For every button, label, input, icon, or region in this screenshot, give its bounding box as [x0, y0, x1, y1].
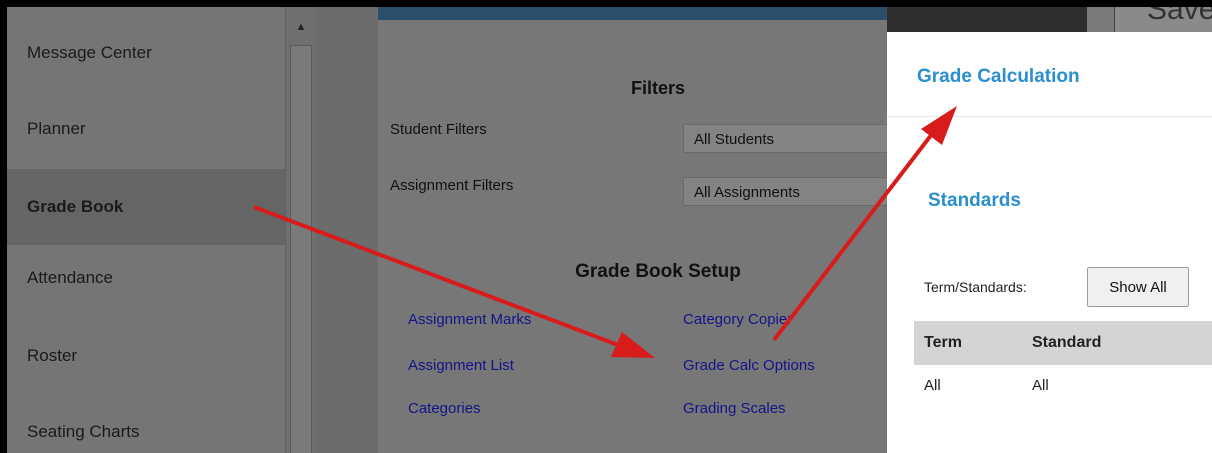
link-grade-calc-options[interactable]: Grade Calc Options: [683, 357, 815, 374]
term-standards-label: Term/Standards:: [924, 279, 1027, 295]
column-header-term: Term: [924, 334, 962, 351]
save-label: Save: [1147, 7, 1212, 26]
app-frame: Message Center Planner Grade Book Attend…: [7, 7, 1212, 453]
sidebar-item-label: Planner: [27, 119, 86, 138]
sidebar-item-grade-book[interactable]: Grade Book: [7, 169, 285, 245]
standards-title: Standards: [928, 190, 1021, 211]
student-filters-select[interactable]: All Students: [683, 124, 903, 153]
link-categories[interactable]: Categories: [408, 400, 481, 417]
divider: [887, 116, 1212, 117]
sidebar-item-label: Message Center: [27, 43, 152, 62]
table-cell-term: All: [924, 377, 941, 394]
show-all-button[interactable]: Show All: [1087, 267, 1189, 307]
assignment-filters-select[interactable]: All Assignments: [683, 177, 903, 206]
sidebar-item-label: Attendance: [27, 268, 114, 287]
save-button[interactable]: Save: [1114, 7, 1212, 33]
grade-calculation-panel: Grade Calculation Standards Term/Standar…: [887, 32, 1212, 453]
sidebar-item-attendance[interactable]: Attendance: [7, 240, 285, 316]
gutter: [316, 7, 378, 453]
student-filters-label: Student Filters: [390, 121, 487, 138]
sidebar-item-message-center[interactable]: Message Center: [7, 15, 285, 91]
assignment-filters-label: Assignment Filters: [390, 177, 514, 194]
column-header-standard: Standard: [1032, 334, 1102, 351]
grade-book-setup-title: Grade Book Setup: [575, 261, 741, 282]
sidebar: Message Center Planner Grade Book Attend…: [7, 7, 286, 453]
panel-title: Grade Calculation: [917, 66, 1080, 87]
scroll-up-arrow-icon[interactable]: ▲: [286, 21, 316, 33]
link-assignment-marks[interactable]: Assignment Marks: [408, 311, 531, 328]
link-category-copier[interactable]: Category Copier: [683, 311, 792, 328]
link-grading-scales[interactable]: Grading Scales: [683, 400, 786, 417]
sidebar-item-label: Seating Charts: [27, 422, 140, 441]
sidebar-item-planner[interactable]: Planner: [7, 91, 285, 167]
scrollbar-thumb[interactable]: [290, 45, 312, 453]
sidebar-item-label: Grade Book: [27, 197, 124, 216]
standards-table-header: Term Standard: [914, 321, 1212, 365]
sidebar-item-roster[interactable]: Roster: [7, 318, 285, 394]
sidebar-item-label: Roster: [27, 346, 78, 365]
filters-title: Filters: [630, 78, 686, 98]
header-strip: [887, 7, 1087, 33]
main-content: 6 Filters Student Filters All Students A…: [378, 7, 978, 453]
link-assignment-list[interactable]: Assignment List: [408, 357, 514, 374]
table-cell-standard: All: [1032, 377, 1049, 394]
sidebar-scrollbar[interactable]: ▲: [285, 7, 316, 453]
sidebar-item-seating-charts[interactable]: Seating Charts: [7, 394, 285, 453]
